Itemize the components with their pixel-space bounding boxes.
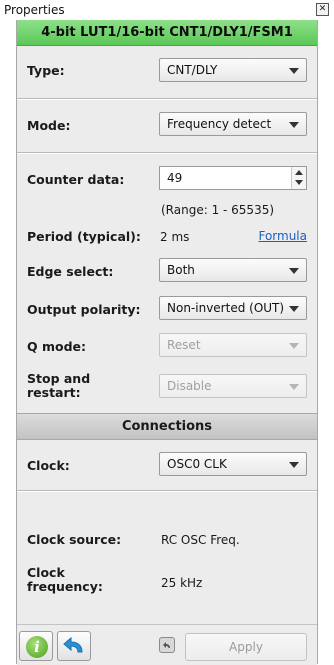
counter-data-spinbox[interactable]: 49 (159, 166, 307, 190)
divider (17, 152, 317, 154)
dropdown-arrow-icon (289, 306, 299, 312)
mode-label: Mode: (27, 118, 71, 133)
stop-restart-value: Disable (167, 379, 212, 393)
spin-up-icon[interactable] (295, 170, 303, 175)
clock-source-value: RC OSC Freq. (161, 533, 240, 547)
stop-restart-label-line1: Stop and (27, 371, 91, 386)
period-row: Period (typical): 2 ms Formula (17, 226, 317, 250)
clock-row: Clock: OSC0 CLK (17, 450, 317, 480)
window-titlebar: Properties ✕ (0, 0, 334, 20)
q-mode-row: Q mode: Reset (17, 333, 317, 363)
undo-button[interactable] (57, 631, 91, 661)
bottom-toolbar: i Apply (17, 624, 317, 665)
divider (17, 490, 317, 492)
clock-source-label: Clock source: (27, 532, 122, 547)
mode-row: Mode: Frequency detect (17, 110, 317, 140)
clock-frequency-value: 25 kHz (161, 576, 203, 590)
counter-data-row: Counter data: 49 (17, 164, 317, 194)
spin-buttons (291, 167, 306, 189)
q-mode-label: Q mode: (27, 339, 87, 354)
small-undo-icon[interactable] (159, 637, 175, 653)
clock-frequency-label-line1: Clock (27, 565, 65, 580)
dropdown-arrow-icon (289, 68, 299, 74)
q-mode-value: Reset (167, 338, 201, 352)
edge-select-dropdown[interactable]: Both (159, 258, 307, 282)
output-polarity-label: Output polarity: (27, 302, 141, 317)
edge-select-row: Edge select: Both (17, 258, 317, 288)
clock-frequency-label: Clock frequency: (27, 566, 103, 594)
dropdown-arrow-icon (289, 343, 299, 349)
counter-data-label: Counter data: (27, 172, 125, 187)
clock-label: Clock: (27, 458, 70, 473)
type-label: Type: (27, 63, 65, 78)
undo-icon (63, 636, 83, 653)
stop-restart-row: Stop and restart: Disable (17, 370, 317, 406)
period-value: 2 ms (160, 230, 190, 244)
output-polarity-value: Non-inverted (OUT) (167, 301, 285, 315)
stop-restart-select[interactable]: Disable (159, 374, 307, 398)
type-row: Type: CNT/DLY (17, 56, 317, 86)
type-select-value: CNT/DLY (167, 63, 218, 77)
mode-select[interactable]: Frequency detect (159, 112, 307, 136)
connections-header: Connections (17, 413, 317, 440)
clock-value: OSC0 CLK (167, 457, 227, 471)
period-label: Period (typical): (27, 229, 141, 244)
info-icon: i (26, 636, 48, 658)
dropdown-arrow-icon (289, 384, 299, 390)
apply-button[interactable]: Apply (185, 633, 307, 661)
counter-data-value: 49 (167, 171, 183, 185)
window-title: Properties (4, 3, 65, 17)
block-header: 4-bit LUT1/16-bit CNT1/DLY1/FSM1 (17, 20, 317, 46)
mode-select-value: Frequency detect (167, 117, 272, 131)
type-select[interactable]: CNT/DLY (159, 58, 307, 82)
close-icon[interactable]: ✕ (316, 3, 329, 16)
info-button[interactable]: i (19, 631, 53, 661)
edge-select-value: Both (167, 263, 195, 277)
divider (17, 98, 317, 100)
formula-link[interactable]: Formula (258, 229, 307, 243)
counter-data-range: (Range: 1 - 65535) (161, 203, 275, 217)
clock-frequency-row: Clock frequency: 25 kHz (17, 566, 317, 602)
output-polarity-row: Output polarity: Non-inverted (OUT) (17, 296, 317, 326)
clock-source-row: Clock source: RC OSC Freq. (17, 532, 317, 552)
spin-down-icon[interactable] (295, 180, 303, 185)
dropdown-arrow-icon (289, 268, 299, 274)
dropdown-arrow-icon (289, 122, 299, 128)
q-mode-select[interactable]: Reset (159, 333, 307, 357)
properties-panel: 4-bit LUT1/16-bit CNT1/DLY1/FSM1 Type: C… (16, 20, 318, 665)
stop-restart-label: Stop and restart: (27, 372, 90, 400)
dropdown-arrow-icon (289, 462, 299, 468)
clock-frequency-label-line2: frequency: (27, 579, 103, 594)
edge-select-label: Edge select: (27, 264, 114, 279)
stop-restart-label-line2: restart: (27, 385, 81, 400)
output-polarity-select[interactable]: Non-inverted (OUT) (159, 296, 307, 320)
clock-select[interactable]: OSC0 CLK (159, 452, 307, 476)
